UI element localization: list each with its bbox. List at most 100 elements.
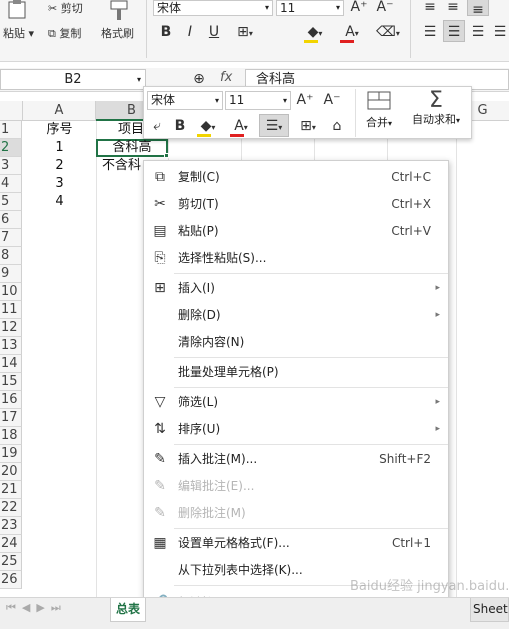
- copy-button[interactable]: ⧉ 复制: [48, 25, 81, 41]
- align-middle-button[interactable]: ≡: [443, 0, 463, 18]
- row-header[interactable]: 1: [0, 121, 22, 139]
- row-header[interactable]: 5: [0, 193, 22, 211]
- menu-item-insert[interactable]: ⊞ 插入(I) ▸: [144, 275, 448, 302]
- cut-button[interactable]: ✂ 剪切: [48, 0, 83, 16]
- row-header[interactable]: 10: [0, 283, 22, 301]
- paste-button[interactable]: 粘贴 ▾: [3, 25, 34, 41]
- align-bottom-button[interactable]: ≡: [467, 0, 489, 18]
- cell-a3[interactable]: 2: [23, 157, 96, 175]
- row-header[interactable]: 7: [0, 229, 22, 247]
- menu-item-delete[interactable]: 删除(D) ▸: [144, 302, 448, 329]
- cell-a1[interactable]: 序号: [23, 121, 96, 139]
- select-all-corner[interactable]: [0, 101, 23, 121]
- font-name-select[interactable]: 宋体 ▾: [153, 0, 273, 16]
- format-painter-icon[interactable]: [108, 0, 130, 22]
- row-header[interactable]: 8: [0, 247, 22, 265]
- grid-line: [456, 121, 457, 597]
- justify-button[interactable]: ☰: [491, 21, 509, 43]
- menu-item-filter[interactable]: ▽ 筛选(L) ▸: [144, 389, 448, 416]
- font-color-button[interactable]: A▾: [337, 21, 367, 45]
- sheet-nav-arrows[interactable]: ⏮◀▶⏭: [6, 601, 67, 615]
- mini-font-size-select[interactable]: 11 ▾: [225, 91, 291, 110]
- fx-icon[interactable]: fx: [220, 70, 232, 85]
- cell-a4[interactable]: 3: [23, 175, 96, 193]
- merge-button[interactable]: 合并▾: [358, 89, 400, 137]
- mini-shrink-font-button[interactable]: A⁻: [321, 89, 343, 111]
- fill-color-button[interactable]: ◆▾: [300, 21, 330, 45]
- mini-bold-button[interactable]: B: [171, 115, 189, 137]
- menu-separator: [174, 387, 448, 388]
- mini-fill-color-button[interactable]: ◆▾: [194, 115, 222, 139]
- ribbon-divider: [146, 0, 147, 58]
- format-painter-button[interactable]: 格式刷: [101, 25, 134, 41]
- wrap-text-icon[interactable]: ⤶: [147, 115, 167, 137]
- autosum-button[interactable]: Σ 自动求和▾: [403, 89, 469, 137]
- row-header[interactable]: 16: [0, 391, 22, 409]
- paste-icon[interactable]: [4, 0, 34, 22]
- cell-a2[interactable]: 1: [23, 139, 96, 157]
- menu-item-batch-process[interactable]: 批量处理单元格(P): [144, 359, 448, 386]
- bold-button[interactable]: B: [156, 21, 176, 43]
- row-header[interactable]: 9: [0, 265, 22, 283]
- mini-format-painter-icon[interactable]: ⌂: [326, 115, 348, 137]
- menu-item-clear-contents[interactable]: 清除内容(N): [144, 329, 448, 356]
- mini-font-color-letter: A: [234, 118, 244, 134]
- row-header[interactable]: 2: [0, 139, 22, 157]
- cell-a5[interactable]: 4: [23, 193, 96, 211]
- row-header[interactable]: 25: [0, 553, 22, 571]
- align-left-button[interactable]: ☰: [420, 21, 440, 43]
- border-button[interactable]: ⊞▾: [230, 21, 260, 45]
- underline-button[interactable]: U: [204, 21, 224, 43]
- row-header[interactable]: 15: [0, 373, 22, 391]
- border-icon: ⊞: [237, 24, 249, 40]
- menu-item-cut[interactable]: ✂ 剪切(T) Ctrl+X: [144, 191, 448, 218]
- row-header[interactable]: 14: [0, 355, 22, 373]
- italic-button[interactable]: I: [180, 21, 200, 43]
- row-header[interactable]: 18: [0, 427, 22, 445]
- context-menu: ⧉ 复制(C) Ctrl+C ✂ 剪切(T) Ctrl+X ▤ 粘贴(P) Ctrl+V ⎘…: [143, 160, 449, 620]
- align-center-button[interactable]: ☰: [443, 20, 465, 42]
- format-cells-icon: ▦: [153, 535, 167, 551]
- menu-item-format-cells[interactable]: ▦ 设置单元格格式(F)... Ctrl+1: [144, 530, 448, 557]
- row-header[interactable]: 19: [0, 445, 22, 463]
- mini-font-name-select[interactable]: 宋体 ▾: [147, 91, 223, 110]
- row-header[interactable]: 17: [0, 409, 22, 427]
- row-header[interactable]: 23: [0, 517, 22, 535]
- column-header-a[interactable]: A: [23, 101, 96, 121]
- chevron-down-icon: ▾: [335, 3, 340, 12]
- row-header[interactable]: 22: [0, 499, 22, 517]
- row-header[interactable]: 11: [0, 301, 22, 319]
- row-header[interactable]: 21: [0, 481, 22, 499]
- row-header[interactable]: 24: [0, 535, 22, 553]
- menu-item-copy[interactable]: ⧉ 复制(C) Ctrl+C: [144, 164, 448, 191]
- paste-special-icon: ⎘: [154, 250, 166, 266]
- menu-item-paste-special[interactable]: ⎘ 选择性粘贴(S)...: [144, 245, 448, 272]
- align-right-button[interactable]: ☰: [468, 21, 488, 43]
- clear-format-button[interactable]: ⌫▾: [373, 21, 403, 45]
- row-header[interactable]: 6: [0, 211, 22, 229]
- mini-border-button[interactable]: ⊞▾: [294, 115, 322, 139]
- grow-font-button[interactable]: A⁺: [348, 0, 370, 18]
- shrink-font-button[interactable]: A⁻: [374, 0, 396, 18]
- mini-font-color-button[interactable]: A▾: [227, 115, 255, 139]
- font-size-select[interactable]: 11 ▾: [276, 0, 344, 16]
- row-header[interactable]: 12: [0, 319, 22, 337]
- row-header[interactable]: 13: [0, 337, 22, 355]
- paste-label: 粘贴: [3, 27, 25, 40]
- row-header[interactable]: 26: [0, 571, 22, 589]
- menu-item-label: 筛选(L): [178, 395, 219, 409]
- sheet-tab[interactable]: Sheet3: [470, 598, 509, 622]
- row-header[interactable]: 20: [0, 463, 22, 481]
- row-header[interactable]: 3: [0, 157, 22, 175]
- mini-grow-font-button[interactable]: A⁺: [294, 89, 316, 111]
- name-box[interactable]: B2 ▾: [0, 69, 146, 90]
- cell-b2-selected[interactable]: 含科高: [96, 139, 168, 157]
- align-top-button[interactable]: ≡: [420, 0, 440, 18]
- menu-item-sort[interactable]: ⇅ 排序(U) ▸: [144, 416, 448, 443]
- mini-align-center-button[interactable]: ☰▾: [259, 114, 289, 137]
- row-header[interactable]: 4: [0, 175, 22, 193]
- sheet-tab-active[interactable]: 总表: [110, 598, 146, 622]
- watermark: Baidu经验 jingyan.baidu.com: [350, 579, 509, 594]
- menu-item-insert-comment[interactable]: ✎ 插入批注(M)... Shift+F2: [144, 446, 448, 473]
- menu-item-paste[interactable]: ▤ 粘贴(P) Ctrl+V: [144, 218, 448, 245]
